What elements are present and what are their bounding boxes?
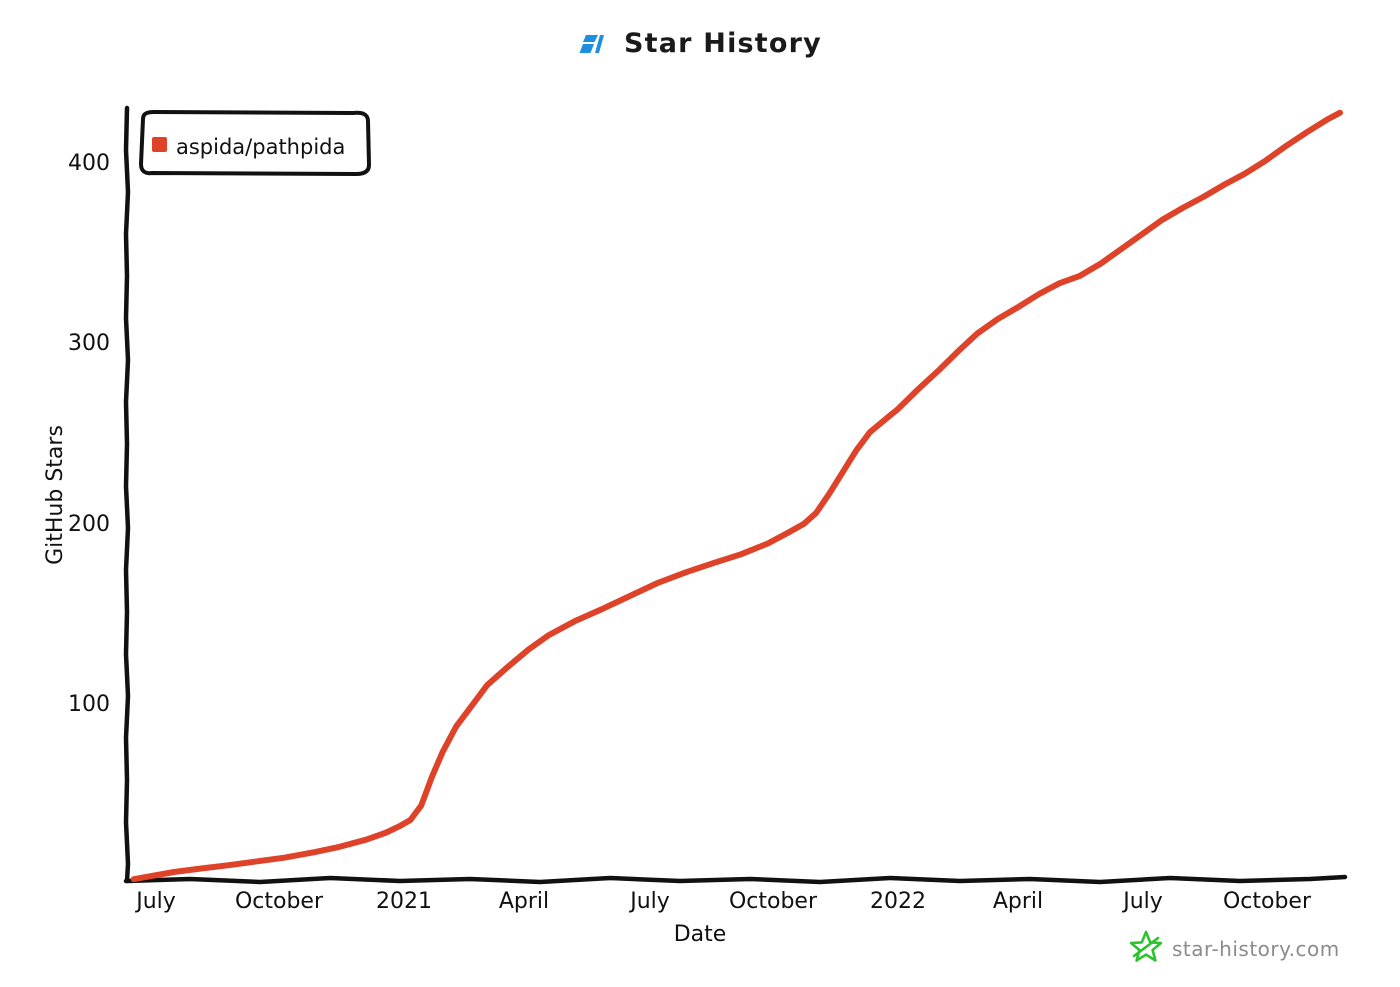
plot-area: 400 300 200 100 July October 2021 April …	[43, 105, 1348, 962]
star-history-chart: Star History 400 300 200 100 July Octobe…	[0, 0, 1400, 987]
x-tick-label: July	[1121, 889, 1163, 914]
x-tick-label: 2022	[870, 889, 926, 914]
y-axis-line	[123, 105, 131, 884]
green-star-icon	[1129, 930, 1163, 962]
chart-legend[interactable]: aspida/pathpida	[139, 110, 371, 176]
x-tick-label: April	[499, 889, 549, 914]
x-tick-label: October	[729, 889, 818, 914]
x-axis-ticks: July October 2021 April July October 202…	[134, 889, 1312, 914]
x-tick-label: April	[993, 889, 1043, 914]
y-axis-ticks: 400 300 200 100	[68, 151, 110, 717]
series-line-aspida-pathpida	[130, 109, 1343, 883]
legend-marker-swatch	[152, 137, 167, 152]
x-tick-label: October	[1223, 889, 1312, 914]
y-tick-label: 400	[68, 151, 110, 176]
x-tick-label: July	[628, 889, 670, 914]
x-tick-label: October	[235, 889, 324, 914]
legend-entry-label: aspida/pathpida	[176, 135, 345, 159]
watermark[interactable]: star-history.com	[1129, 930, 1340, 962]
x-tick-label: July	[134, 889, 176, 914]
x-axis-title: Date	[674, 922, 727, 947]
y-tick-label: 300	[68, 331, 110, 356]
y-tick-label: 100	[68, 692, 110, 717]
y-tick-label: 200	[68, 512, 110, 537]
x-axis-line	[123, 874, 1348, 885]
watermark-label: star-history.com	[1172, 937, 1340, 961]
x-tick-label: 2021	[376, 889, 432, 914]
y-axis-title: GitHub Stars	[43, 425, 68, 565]
